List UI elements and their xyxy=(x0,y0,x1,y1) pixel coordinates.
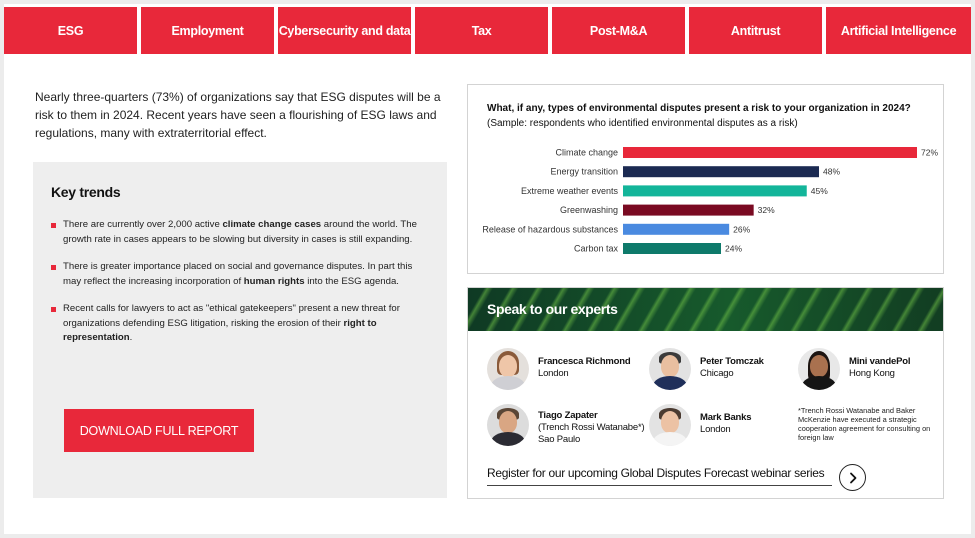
expert-location: Hong Kong xyxy=(849,368,895,379)
tab-artificial-intelligence[interactable]: Artificial Intelligence xyxy=(826,7,972,54)
expert-card[interactable]: Mark Banks London xyxy=(649,404,752,446)
expert-location: Sao Paulo xyxy=(538,434,581,445)
trend-highlight: human rights xyxy=(243,275,305,287)
trend-item: There is greater importance placed on so… xyxy=(51,260,421,289)
bar xyxy=(623,204,754,216)
bar-value-label: 26% xyxy=(733,224,750,234)
expert-card[interactable]: Mini vandePol Hong Kong xyxy=(798,348,910,390)
key-trends-title: Key trends xyxy=(51,184,121,200)
bar-category-label: Carbon tax xyxy=(574,244,619,254)
tab-tax[interactable]: Tax xyxy=(415,7,549,54)
experts-panel: Speak to our experts Francesca Richmond … xyxy=(467,287,944,499)
bar-category-label: Energy transition xyxy=(550,167,618,177)
expert-location: London xyxy=(538,368,569,379)
bar-category-label: Greenwashing xyxy=(560,205,618,215)
bar-value-label: 32% xyxy=(758,205,775,215)
bar xyxy=(623,243,721,254)
page-frame: ESG Employment Cybersecurity and data Ta… xyxy=(4,4,972,534)
expert-firm: (Trench Rossi Watanabe*) xyxy=(538,422,645,433)
avatar xyxy=(487,348,529,390)
experts-banner: Speak to our experts xyxy=(468,288,943,331)
environmental-disputes-chart-card: What, if any, types of environmental dis… xyxy=(467,84,944,274)
trend-item: Recent calls for lawyers to act as "ethi… xyxy=(51,302,421,346)
expert-location: London xyxy=(700,424,731,435)
trend-text: There are currently over 2,000 active xyxy=(63,219,223,230)
avatar xyxy=(649,348,691,390)
topic-tabs: ESG Employment Cybersecurity and data Ta… xyxy=(4,7,972,55)
footnote: *Trench Rossi Watanabe and Baker McKenzi… xyxy=(798,406,931,442)
expert-card[interactable]: Francesca Richmond London xyxy=(487,348,631,390)
bar-value-label: 72% xyxy=(921,148,938,158)
bar xyxy=(623,166,819,178)
bar-category-label: Extreme weather events xyxy=(521,186,619,196)
register-webinar-link[interactable]: Register for our upcoming Global Dispute… xyxy=(487,466,832,486)
experts-title: Speak to our experts xyxy=(487,301,618,317)
tab-employment[interactable]: Employment xyxy=(141,7,275,54)
trend-highlight: climate change cases xyxy=(222,219,322,230)
expert-name: Mark Banks xyxy=(700,412,752,423)
trend-item: There are currently over 2,000 active cl… xyxy=(51,218,421,247)
intro-paragraph: Nearly three-quarters (73%) of organizat… xyxy=(35,90,441,140)
bar-value-label: 45% xyxy=(811,186,828,196)
expert-name: Francesca Richmond xyxy=(538,356,631,367)
bar-value-label: 24% xyxy=(725,244,742,254)
avatar xyxy=(798,348,840,390)
bar xyxy=(623,147,917,158)
expert-location: Chicago xyxy=(700,368,734,379)
expert-name: Mini vandePol xyxy=(849,356,911,367)
expert-card[interactable]: Tiago Zapater (Trench Rossi Watanabe*) S… xyxy=(487,404,645,446)
bar-category-label: Climate change xyxy=(555,148,618,158)
download-report-button[interactable]: DOWNLOAD FULL REPORT xyxy=(64,409,254,452)
tab-antitrust[interactable]: Antitrust xyxy=(689,7,823,54)
tab-cybersecurity[interactable]: Cybersecurity and data xyxy=(278,7,412,54)
tab-esg[interactable]: ESG xyxy=(4,7,138,54)
bar xyxy=(623,185,807,197)
trend-text: into the ESG agenda. xyxy=(304,275,399,287)
expert-card[interactable]: Peter Tomczak Chicago xyxy=(649,348,764,390)
bar-category-label: Release of hazardous substances xyxy=(482,224,618,234)
avatar xyxy=(649,404,691,446)
avatar xyxy=(487,404,529,446)
bar xyxy=(623,223,730,235)
expert-name: Tiago Zapater xyxy=(538,410,598,421)
bullet-square-icon xyxy=(51,223,56,228)
trend-text: . xyxy=(129,332,133,343)
chevron-right-icon[interactable] xyxy=(839,464,866,491)
tab-post-ma[interactable]: Post-M&A xyxy=(552,7,686,54)
bar-chart: Climate change 72% Energy transition 48% Ext… xyxy=(482,147,938,254)
bullet-square-icon xyxy=(51,307,56,312)
bullet-square-icon xyxy=(51,265,56,270)
key-trends-list: There are currently over 2,000 active cl… xyxy=(51,218,421,359)
expert-name: Peter Tomczak xyxy=(700,356,764,367)
key-trends-panel: Key trends There are currently over 2,00… xyxy=(33,162,447,498)
bar-value-label: 48% xyxy=(823,167,840,177)
